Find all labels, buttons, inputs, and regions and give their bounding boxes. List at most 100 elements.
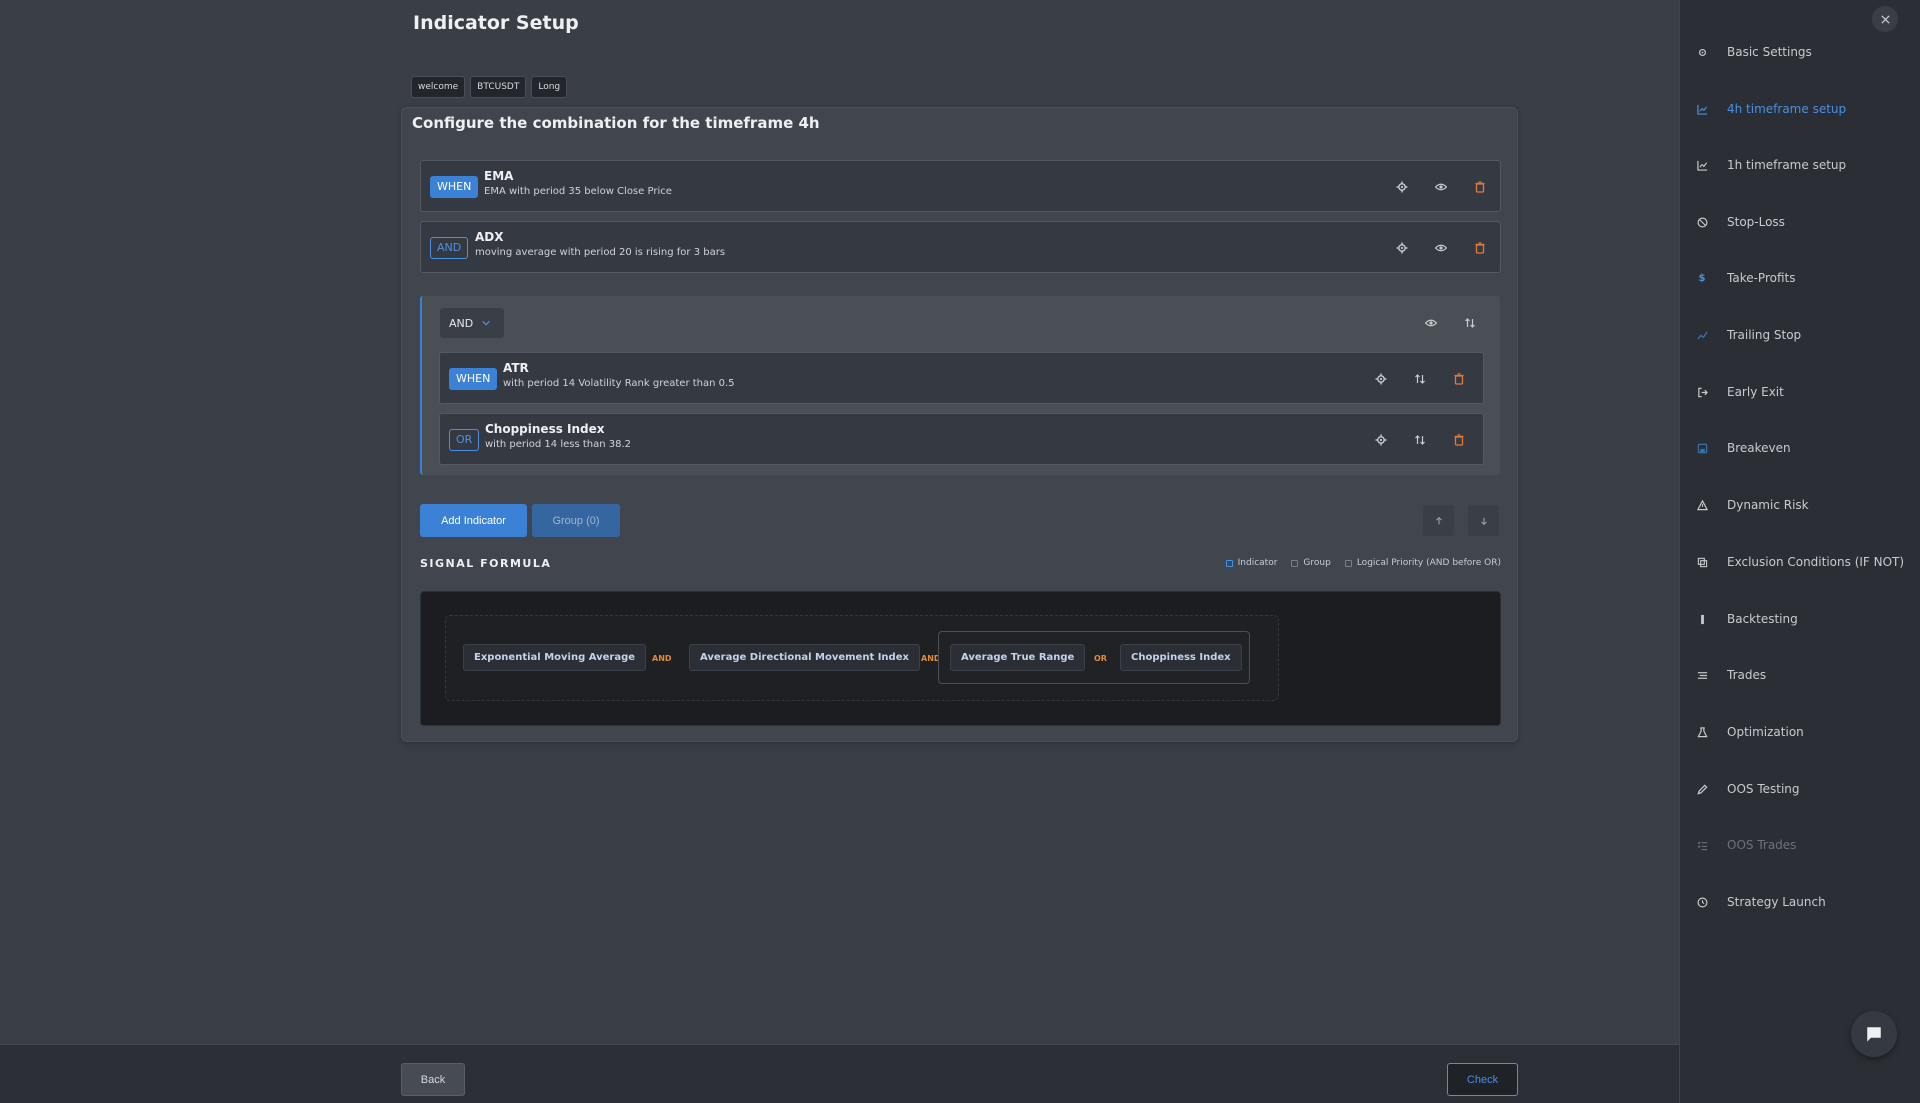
sidebar-item-label: Exclusion Conditions (IF NOT) [1727,555,1905,569]
formula-chip-adx[interactable]: Average Directional Movement Index [689,644,920,671]
chevron-down-icon [481,318,491,328]
sidebar-item-oos-trades[interactable]: OOS Trades [1696,835,1796,855]
list-icon [1696,669,1708,681]
sidebar-item-stop-loss[interactable]: Stop-Loss [1696,212,1785,232]
sidebar-item-strategy-launch[interactable]: Strategy Launch [1696,892,1826,912]
dollar-icon: $ [1698,272,1706,284]
sidebar-item-label: Basic Settings [1727,45,1812,59]
operator-badge: WHEN [430,176,479,198]
chart-icon [1696,103,1708,115]
chat-button[interactable] [1851,1011,1897,1057]
condition-row-ema: WHEN EMA EMA with period 35 below Close … [420,160,1501,212]
arrow-up-icon [1429,511,1449,531]
gear-icon [1696,46,1708,58]
card-title: Configure the combination for the timefr… [412,114,820,132]
sort-icon[interactable] [1410,430,1430,450]
flask-icon [1696,726,1708,738]
back-button[interactable]: Back [401,1063,465,1096]
trash-icon[interactable] [1449,369,1469,389]
condition-row-atr: WHEN ATR with period 14 Volatility Rank … [439,352,1484,404]
collapse-sidebar-button[interactable] [1872,6,1898,32]
sort-icon[interactable] [1410,369,1430,389]
sidebar-item-early-exit[interactable]: Early Exit [1696,382,1784,402]
legend-priority: Logical Priority (AND before OR) [1356,558,1501,568]
move-down-button[interactable] [1468,505,1499,536]
legend-priority-swatch [1344,559,1352,567]
sidebar-item-dynamic-risk[interactable]: Dynamic Risk [1696,495,1809,515]
condition-row-adx: AND ADX moving average with period 20 is… [420,221,1501,273]
sidebar-item-trades[interactable]: Trades [1696,665,1766,685]
main-area: Indicator Setup welcome BTCUSDT Long Con… [0,0,1679,1044]
indicator-description: EMA with period 35 below Close Price [484,186,672,197]
checklist-icon [1696,839,1708,851]
stop-icon [1696,216,1708,228]
sidebar-item-optimization[interactable]: Optimization [1696,722,1804,742]
sidebar-item-take-profits[interactable]: $ Take-Profits [1696,268,1796,288]
indicator-description: with period 14 Volatility Rank greater t… [503,378,735,389]
sidebar-item-label: 1h timeframe setup [1727,158,1847,172]
sidebar-item-label: Trades [1727,668,1767,682]
group-button[interactable]: Group (0) [532,504,620,537]
eye-icon[interactable] [1421,313,1441,333]
trend-icon [1696,329,1708,341]
formula-operator: OR [1094,654,1107,663]
eye-icon[interactable] [1431,238,1451,258]
sidebar-item-1h-timeframe[interactable]: 1h timeframe setup [1696,155,1846,175]
sidebar-item-label: Backtesting [1727,612,1798,626]
sort-icon[interactable] [1460,313,1480,333]
sidebar-item-backtesting[interactable]: Backtesting [1696,609,1798,629]
sidebar-item-trailing-stop[interactable]: Trailing Stop [1696,325,1801,345]
operator-badge: OR [449,429,480,451]
formula-chip-atr[interactable]: Average True Range [950,644,1086,671]
indicator-description: with period 14 less than 38.2 [485,439,632,450]
move-up-button[interactable] [1423,505,1454,536]
sidebar-item-exclusion-conditions[interactable]: Exclusion Conditions (IF NOT) [1696,552,1904,572]
tag-list: welcome BTCUSDT Long [411,76,568,98]
add-indicator-button[interactable]: Add Indicator [420,504,527,537]
gear-icon[interactable] [1392,177,1412,197]
eye-icon[interactable] [1431,177,1451,197]
warning-icon [1696,499,1708,511]
sidebar-item-label: Optimization [1727,725,1804,739]
trash-icon[interactable] [1470,177,1490,197]
sidebar-item-label: Trailing Stop [1727,328,1802,342]
formula-operator: AND [652,654,672,663]
indicator-name: EMA [484,169,514,183]
tag-symbol: BTCUSDT [470,76,527,98]
operator-badge: AND [430,237,469,259]
formula-chip-ema[interactable]: Exponential Moving Average [463,644,647,671]
sidebar-item-label: Dynamic Risk [1727,498,1809,512]
formula-chip-choppiness[interactable]: Choppiness Index [1120,644,1242,671]
sidebar-item-basic-settings[interactable]: Basic Settings [1696,42,1812,62]
close-icon [1875,9,1895,29]
formula-sub-group: Average True Range OR Choppiness Index [938,631,1250,684]
check-button[interactable]: Check [1447,1063,1518,1096]
sidebar-item-oos-testing[interactable]: OOS Testing [1696,779,1800,799]
operator-badge: WHEN [449,368,498,390]
group-operator-value: AND [449,316,474,330]
formula-legend: Indicator Group Logical Priority (AND be… [1225,558,1501,568]
chat-icon [1864,1024,1884,1044]
sidebar: Basic Settings 4h timeframe setup 1h tim… [1679,0,1920,1103]
sidebar-item-breakeven[interactable]: Breakeven [1696,438,1791,458]
sidebar-item-4h-timeframe[interactable]: 4h timeframe setup [1696,99,1846,119]
trash-icon[interactable] [1470,238,1490,258]
trash-icon[interactable] [1449,430,1469,450]
arrow-down-icon [1474,511,1494,531]
gear-icon[interactable] [1371,369,1391,389]
exit-icon [1696,386,1708,398]
signal-formula-box: Exponential Moving Average AND Average D… [420,591,1501,726]
signal-formula-title: SIGNAL FORMULA [420,557,552,570]
sidebar-item-label: Stop-Loss [1727,215,1785,229]
legend-indicator: Indicator [1237,558,1278,568]
page-title: Indicator Setup [413,12,579,34]
gear-icon[interactable] [1371,430,1391,450]
save-icon [1696,442,1708,454]
gear-icon[interactable] [1392,238,1412,258]
sidebar-item-label: OOS Testing [1727,782,1800,796]
group-operator-select[interactable]: AND [440,308,504,338]
chart-icon [1696,159,1708,171]
sidebar-item-label: Early Exit [1727,385,1784,399]
indicator-name: ATR [503,361,529,375]
sidebar-item-label: Take-Profits [1727,271,1796,285]
